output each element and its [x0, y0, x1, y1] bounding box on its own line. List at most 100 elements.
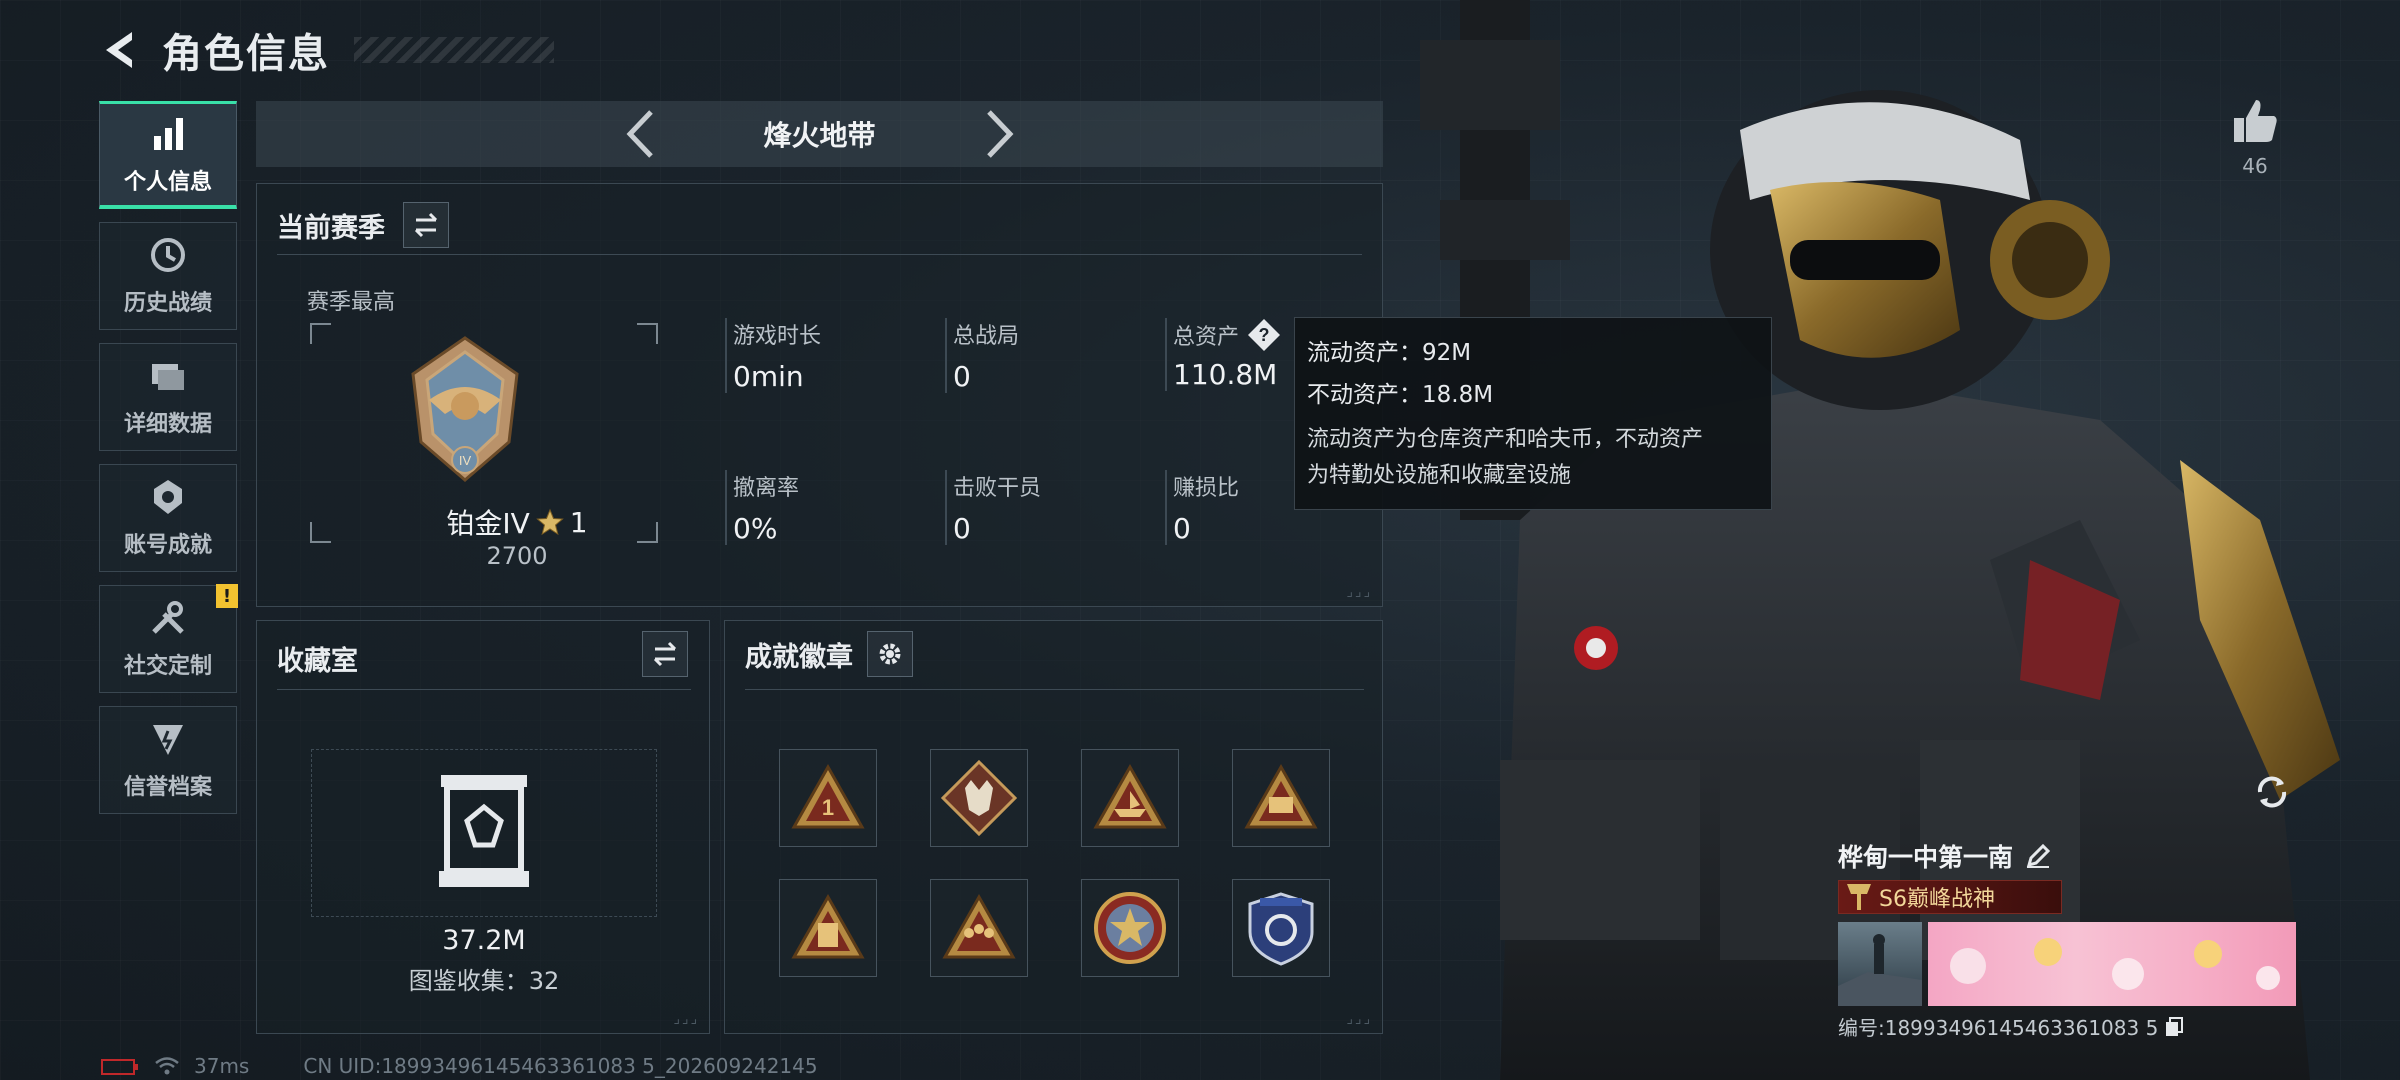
collection-title: 收藏室: [277, 646, 358, 677]
tooltip-description-2: 为特勤处设施和收藏室设施: [1307, 463, 1572, 488]
player-id: 编号:18993496145463361083 5: [1838, 1016, 2159, 1040]
stat-value: 110.8M: [1173, 358, 1278, 391]
rank-row: 铂金IV 1: [407, 502, 627, 542]
rank-title-icon: [1847, 884, 1871, 910]
copy-icon[interactable]: [2164, 1016, 2184, 1038]
achievement-icon: [154, 480, 182, 514]
season-best-label: 赛季最高: [307, 290, 396, 315]
player-card: 桦甸一中第一南 S6巅峰战神 编号:18993496145463361083 5: [1838, 838, 2298, 1040]
stat-extract-rate: 撤离率 0%: [725, 470, 799, 545]
display-case-icon: [437, 773, 531, 889]
assets-tooltip: 流动资产：92M 不动资产：18.8M 流动资产为仓库资产和哈夫币，不动资产 为…: [1294, 317, 1772, 510]
nav-item-credit-file[interactable]: 信誉档案: [99, 706, 237, 814]
achievement-title: 成就徽章: [745, 641, 853, 673]
corner-decoration: ⌟⌟⌟: [1346, 584, 1372, 600]
collection-value: 37.2M: [442, 925, 526, 956]
stat-value: 0: [953, 512, 971, 545]
title-badge: S6巅峰战神: [1838, 880, 2062, 914]
like-count: 46: [2242, 154, 2268, 178]
nav-item-detailed-data[interactable]: 详细数据: [99, 343, 237, 451]
achievement-badge[interactable]: [1232, 749, 1330, 847]
tooltip-description-1: 流动资产为仓库资产和哈夫币，不动资产: [1307, 427, 1704, 452]
achievement-panel: 成就徽章 1 ⌟⌟⌟: [724, 620, 1383, 1034]
header: 角色信息: [96, 18, 554, 82]
mode-next-button[interactable]: [970, 104, 1030, 164]
svg-text:?: ?: [1259, 325, 1270, 345]
ping-text: 37ms: [194, 1054, 250, 1078]
stat-value: 0%: [733, 512, 778, 545]
help-icon[interactable]: ?: [1247, 318, 1281, 352]
tooltip-fixed-assets: 不动资产：18.8M: [1307, 382, 1494, 408]
folders-icon: [152, 364, 184, 390]
gear-icon: [879, 643, 901, 665]
rank-emblem-icon: IV: [405, 334, 525, 484]
badge-star-medal-icon: [1094, 892, 1166, 964]
achievement-badge[interactable]: [1081, 879, 1179, 977]
svg-text:1: 1: [822, 795, 834, 820]
achievement-badge[interactable]: [779, 879, 877, 977]
corner-decoration: ⌟⌟⌟: [1346, 1011, 1372, 1027]
badge-rank-one-icon: 1: [791, 763, 865, 829]
stat-kills: 击败干员 0: [945, 470, 1041, 545]
sidebar-nav: 个人信息 历史战绩 详细数据 账号成就 社交定制 ! 信誉档案: [99, 101, 238, 814]
tooltip-liquid-assets: 流动资产：92M: [1307, 340, 1472, 366]
nav-item-label: 个人信息: [123, 169, 212, 195]
season-switch-button[interactable]: [403, 202, 449, 248]
stat-label: 总战局: [953, 324, 1020, 349]
star-icon: [536, 508, 564, 536]
rank-score: 2700: [486, 542, 548, 570]
stat-label: 总资产: [1173, 325, 1240, 350]
rotate-icon: [2257, 776, 2287, 808]
mode-selector: 烽火地带: [256, 101, 1383, 167]
stat-label: 游戏时长: [733, 324, 822, 349]
nav-item-personal-info[interactable]: 个人信息: [99, 101, 237, 209]
nav-item-history[interactable]: 历史战绩: [99, 222, 237, 330]
stat-value: 0: [953, 360, 971, 393]
avatar[interactable]: [1838, 922, 1922, 1006]
back-button[interactable]: [96, 26, 144, 74]
badge-wolf-icon: [941, 760, 1017, 836]
rank-name: 铂金IV: [446, 507, 530, 540]
stat-total-assets: 总资产 ? 110.8M: [1165, 318, 1281, 391]
achievement-badge[interactable]: [930, 749, 1028, 847]
chevron-left-icon: [626, 110, 653, 158]
season-panel: 当前赛季 赛季最高 IV 铂金IV 1 2700 游戏时长 0min 总战局 0…: [256, 183, 1383, 607]
stat-label: 击败干员: [953, 476, 1042, 501]
edit-icon[interactable]: [2025, 843, 2051, 869]
achievement-settings-button[interactable]: [867, 631, 913, 677]
nav-item-achievements[interactable]: 账号成就: [99, 464, 237, 572]
badge-building-icon: [791, 893, 865, 959]
rank-stars: 1: [569, 505, 588, 539]
stat-label: 撤离率: [733, 476, 800, 501]
badge-squad-icon: [942, 893, 1016, 959]
season-title: 当前赛季: [277, 212, 385, 244]
achievement-divider: [745, 689, 1364, 690]
mode-prev-button[interactable]: [610, 104, 670, 164]
thumbs-up-icon[interactable]: [2230, 96, 2280, 146]
achievement-badge[interactable]: [1232, 879, 1330, 977]
collection-switch-button[interactable]: [642, 631, 688, 677]
stat-total-matches: 总战局 0: [945, 318, 1019, 393]
alert-badge: !: [216, 584, 238, 608]
swap-icon: [653, 641, 677, 667]
badge-s8-icon: [1244, 763, 1318, 829]
bar-chart-icon: [154, 117, 183, 150]
uid-text: CN UID:18993496145463361083 5_2026092421…: [303, 1054, 818, 1078]
nav-item-social-custom[interactable]: 社交定制 !: [99, 584, 238, 693]
achievement-badge[interactable]: 1: [779, 749, 877, 847]
wifi-icon: [155, 1057, 179, 1075]
collection-divider: [277, 689, 691, 690]
stat-profit-ratio: 赚损比 0: [1165, 470, 1239, 545]
title-decoration: [354, 37, 554, 63]
nav-item-label: 历史战绩: [123, 291, 212, 316]
credit-icon: [153, 725, 183, 755]
nav-item-label: 账号成就: [123, 533, 212, 558]
player-name: 桦甸一中第一南: [1838, 843, 2014, 872]
rotate-button[interactable]: [2250, 770, 2294, 814]
svg-text:IV: IV: [459, 453, 472, 468]
name-card-banner: [1928, 922, 2296, 1006]
collection-panel: 收藏室 37.2M 图鉴收集：32 ⌟⌟⌟: [256, 620, 710, 1034]
achievement-badge[interactable]: [930, 879, 1028, 977]
achievement-badge[interactable]: [1081, 749, 1179, 847]
corner-decoration: ⌟⌟⌟: [673, 1011, 699, 1027]
